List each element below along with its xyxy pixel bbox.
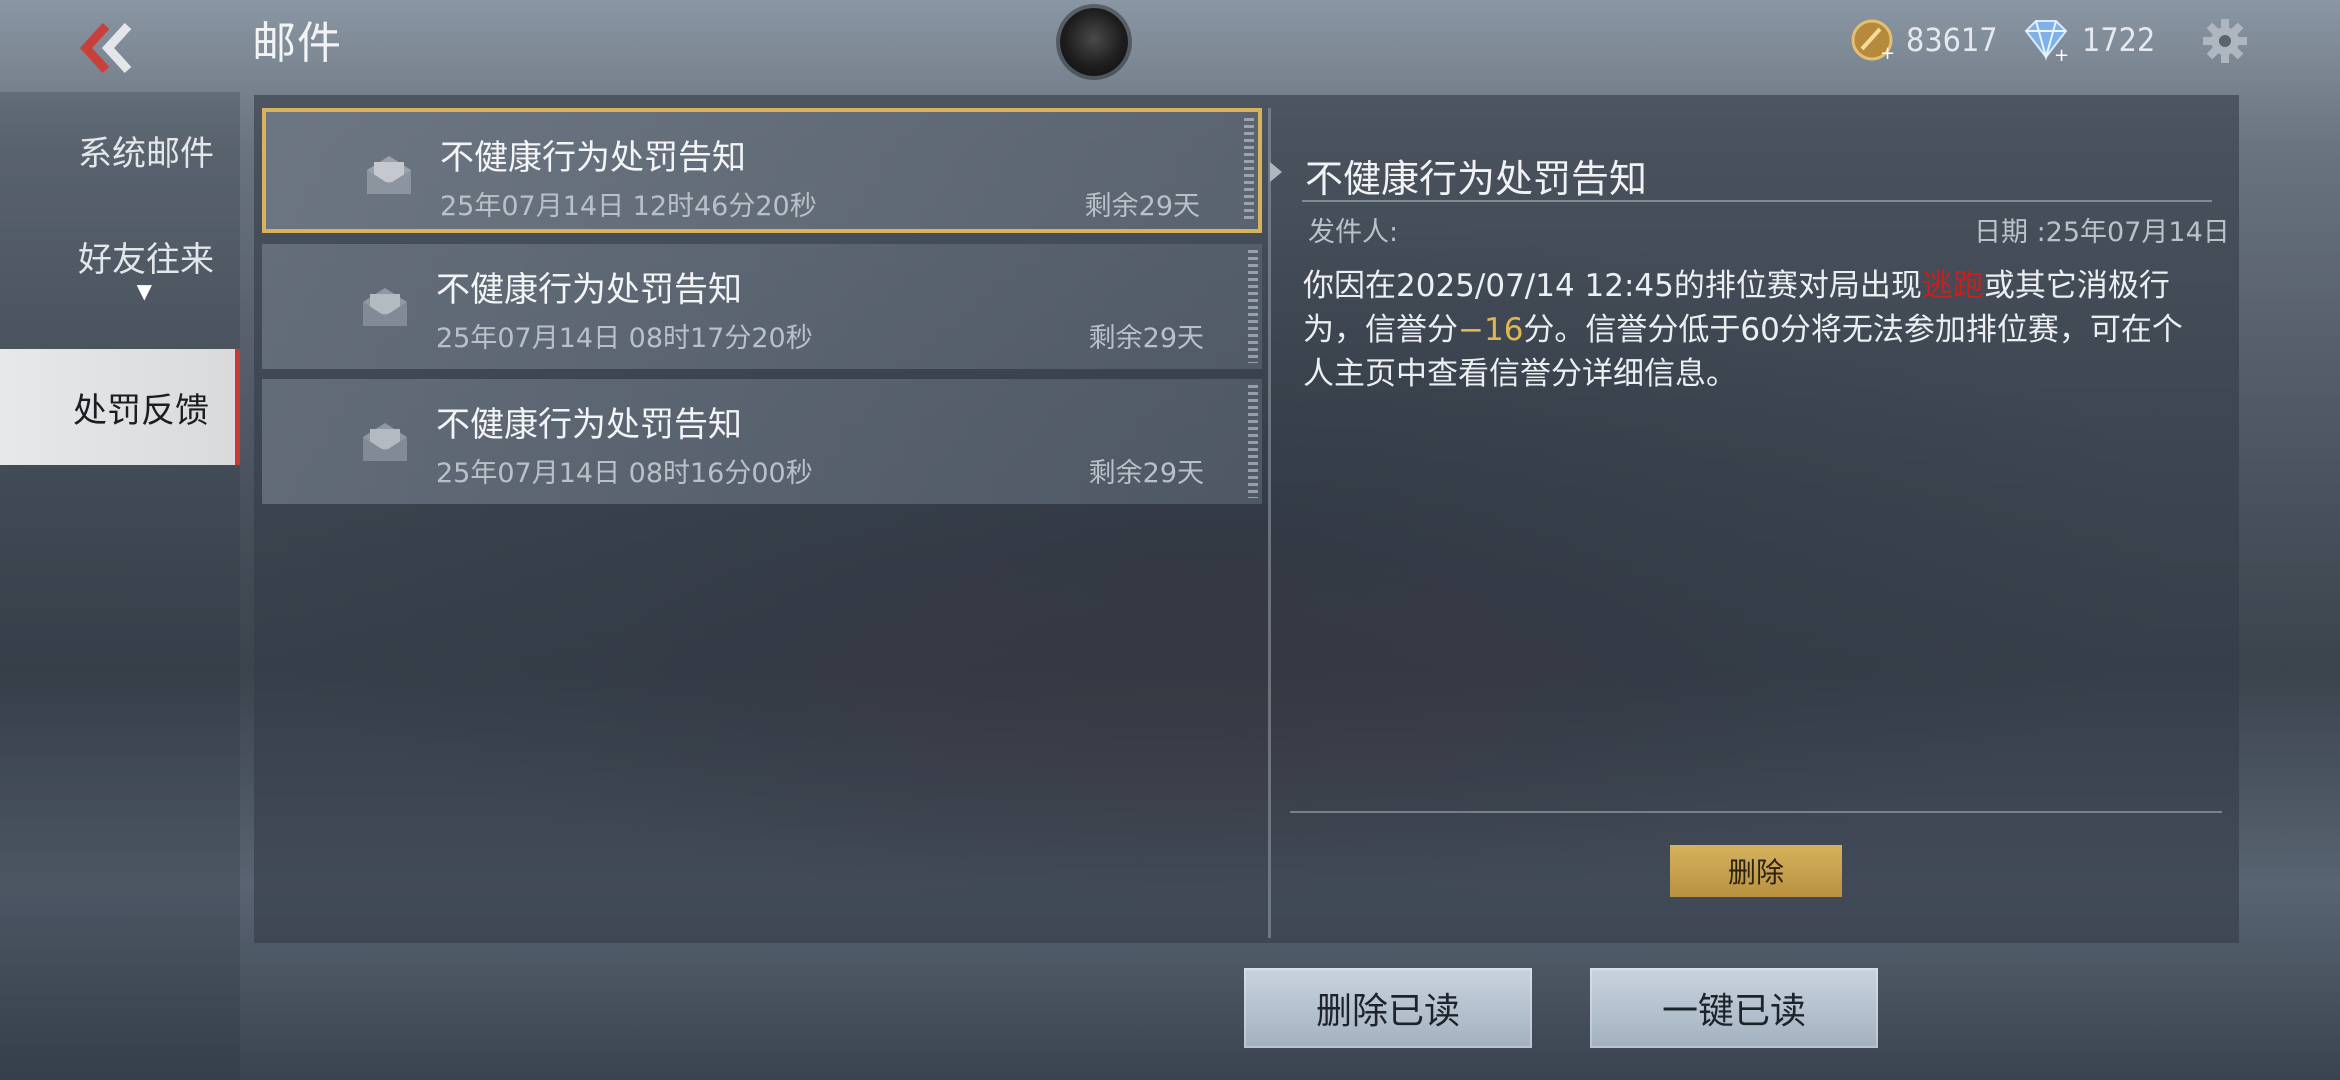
- envelope-icon: [367, 156, 411, 194]
- diamond-amount: 1722: [2082, 21, 2156, 59]
- detail-title: 不健康行为处罚告知: [1305, 157, 1648, 201]
- camera-cutout: [1060, 8, 1128, 76]
- diamond-icon: +: [2024, 20, 2069, 63]
- body-text: 你因在2025/07/14 12:45的排位赛对局出现: [1303, 268, 1922, 304]
- mail-time: 25年07月14日 08时17分20秒: [436, 323, 813, 354]
- detail-body: 你因在2025/07/14 12:45的排位赛对局出现逃跑或其它消极行为，信誉分…: [1303, 264, 2203, 396]
- divider: [1302, 200, 2212, 202]
- sidebar-item-penalty-feedback[interactable]: 处罚反馈: [0, 349, 240, 465]
- list-divider: [1268, 108, 1271, 938]
- settings-button[interactable]: [2200, 16, 2250, 66]
- delete-button[interactable]: 删除: [1670, 845, 1842, 897]
- body-highlight-red: 逃跑: [1921, 268, 1984, 304]
- mail-list-item[interactable]: 不健康行为处罚告知 25年07月14日 08时16分00秒 剩余29天: [262, 379, 1262, 504]
- sidebar-item-label: 处罚反馈: [73, 390, 209, 431]
- back-button[interactable]: [60, 12, 150, 84]
- sidebar-item-label: 系统邮件: [78, 133, 214, 174]
- selection-pointer-icon: [1270, 162, 1282, 182]
- gear-icon: [2203, 19, 2247, 63]
- dotted-edge: [1248, 250, 1258, 363]
- mail-title: 不健康行为处罚告知: [436, 270, 742, 310]
- svg-text:+: +: [1880, 43, 1895, 63]
- sidebar-item-system-mail[interactable]: 系统邮件: [0, 92, 240, 208]
- gold-coin-icon: +: [1851, 19, 1895, 63]
- caret-down-icon: ▼: [136, 278, 152, 303]
- mail-remaining: 剩余29天: [1088, 458, 1204, 489]
- sidebar-item-friends[interactable]: 好友往来 ▼: [0, 208, 240, 324]
- mark-all-read-button[interactable]: 一键已读: [1590, 968, 1878, 1048]
- mail-time: 25年07月14日 08时16分00秒: [436, 458, 813, 489]
- gold-amount: 83617: [1906, 21, 1998, 59]
- mail-list-item[interactable]: 不健康行为处罚告知 25年07月14日 08时17分20秒 剩余29天: [262, 244, 1262, 369]
- delete-read-button[interactable]: 删除已读: [1244, 968, 1532, 1048]
- divider: [1290, 811, 2222, 813]
- dotted-edge: [1244, 118, 1254, 223]
- envelope-icon: [363, 288, 407, 326]
- svg-text:+: +: [2054, 45, 2069, 63]
- double-chevron-left-icon: [79, 22, 132, 74]
- body-highlight-gold: −16: [1458, 312, 1524, 348]
- mail-title: 不健康行为处罚告知: [440, 138, 746, 178]
- mail-list-item[interactable]: 不健康行为处罚告知 25年07月14日 12时46分20秒 剩余29天: [262, 108, 1262, 233]
- mail-time: 25年07月14日 12时46分20秒: [440, 191, 817, 222]
- envelope-icon: [363, 423, 407, 461]
- sidebar-item-label: 好友往来: [78, 239, 214, 280]
- detail-date: 日期 :25年07月14日: [1974, 217, 2230, 248]
- diamond-currency[interactable]: + 1722: [2020, 14, 2155, 66]
- sidebar: 系统邮件 好友往来 ▼ 处罚反馈: [0, 92, 240, 1080]
- dotted-edge: [1248, 385, 1258, 498]
- gold-currency[interactable]: + 83617: [1850, 14, 1998, 66]
- mail-title: 不健康行为处罚告知: [436, 405, 742, 445]
- page-title: 邮件: [252, 18, 342, 69]
- mail-remaining: 剩余29天: [1088, 323, 1204, 354]
- detail-sender: 发件人:: [1308, 217, 1399, 248]
- mail-remaining: 剩余29天: [1084, 191, 1200, 222]
